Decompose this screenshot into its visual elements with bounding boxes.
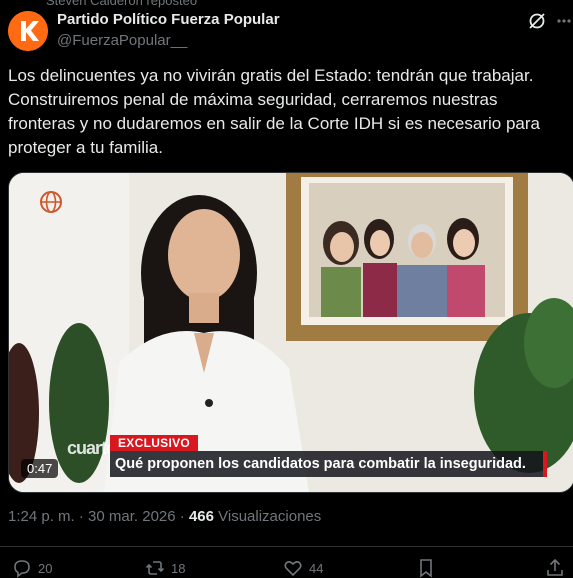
video-headline: Qué proponen los candidatos para combati…: [110, 451, 547, 477]
repost-count: 18: [171, 560, 186, 576]
like-count: 44: [309, 560, 324, 576]
author-name[interactable]: Partido Político Fuerza Popular: [57, 11, 280, 28]
avatar[interactable]: [8, 11, 48, 51]
bookmark-icon: [420, 559, 432, 578]
post-timestamp[interactable]: 1:24 p. m. · 30 mar. 2026 ·: [8, 508, 185, 525]
author-handle[interactable]: @FuerzaPopular__: [57, 32, 187, 49]
repost-icon: [145, 561, 165, 575]
reply-icon: [14, 560, 30, 578]
video-player[interactable]: cuarto poder EXCLUSIVO Qué proponen los …: [8, 172, 573, 493]
views-count: 466: [188, 508, 214, 525]
grok-icon[interactable]: [527, 11, 547, 31]
reply-count: 20: [38, 560, 53, 576]
heart-icon: [284, 561, 302, 577]
post-meta: 1:24 p. m. · 30 mar. 2026 · 466 Visualiz…: [8, 508, 321, 525]
bookmark-button[interactable]: [416, 558, 436, 578]
fuerza-popular-logo-icon: [8, 11, 48, 51]
repost-button[interactable]: 18: [145, 558, 185, 578]
views-label: Visualizaciones: [218, 508, 322, 525]
video-duration: 0:47: [21, 459, 59, 478]
like-button[interactable]: 44: [283, 558, 323, 578]
share-button[interactable]: [545, 558, 565, 578]
repost-indicator[interactable]: Steven Calderón reposteó: [46, 0, 197, 8]
globe-icon: [40, 191, 62, 213]
more-options-icon[interactable]: [556, 11, 572, 31]
exclusive-badge: EXCLUSIVO: [110, 435, 199, 451]
reply-button[interactable]: 20: [12, 558, 52, 578]
share-icon: [547, 558, 563, 576]
tweet-text: Los delincuentes ya no vivirán gratis de…: [8, 66, 540, 157]
divider: [0, 546, 573, 547]
